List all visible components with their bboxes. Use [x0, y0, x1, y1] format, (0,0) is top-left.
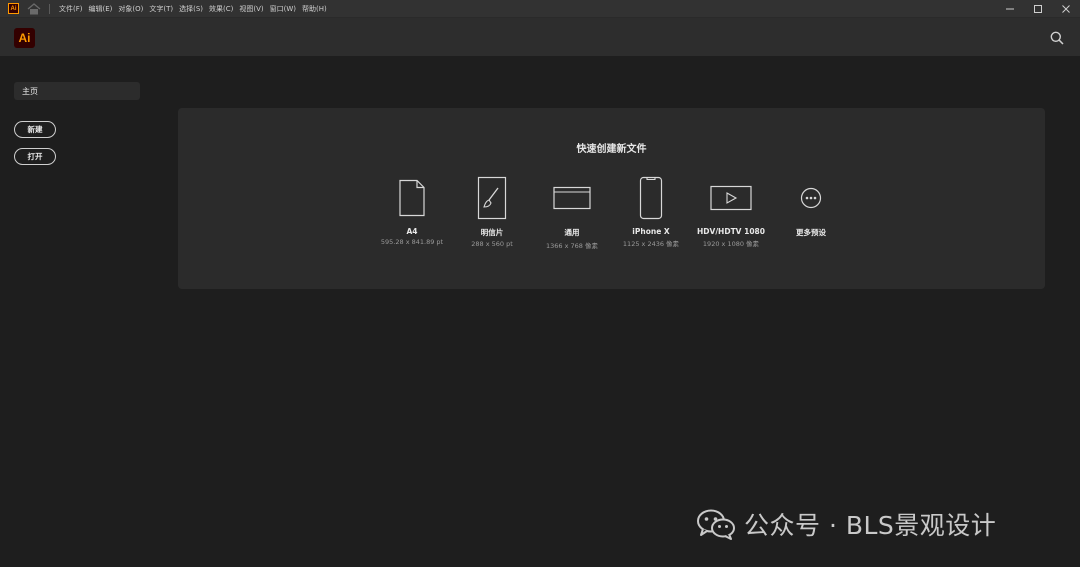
open-button[interactable]: 打开 [14, 148, 56, 165]
app-logo-small: Ai [8, 3, 19, 14]
maximize-icon [1034, 5, 1042, 13]
phone-icon [639, 176, 663, 220]
document-icon [399, 179, 425, 217]
search-icon[interactable] [1050, 31, 1064, 45]
menu-edit[interactable]: 编辑(E) [86, 0, 116, 18]
panel-title: 快速创建新文件 [576, 144, 647, 155]
menu-file[interactable]: 文件(F) [56, 0, 86, 18]
brush-card-icon [477, 176, 507, 220]
menu-type[interactable]: 文字(T) [146, 0, 176, 18]
menu-help[interactable]: 帮助(H) [299, 0, 330, 18]
quick-create-panel: 快速创建新文件 A4 595.28 x 841.89 pt 明信片 288 x … [178, 108, 1045, 289]
web-screen-icon [553, 186, 591, 210]
menu-select[interactable]: 选择(S) [176, 0, 206, 18]
menu-effect[interactable]: 效果(C) [206, 0, 236, 18]
menu-bar: Ai 文件(F) 编辑(E) 对象(O) 文字(T) 选择(S) 效果(C) 视… [0, 0, 1080, 18]
window-controls [996, 0, 1080, 18]
menu-view[interactable]: 视图(V) [236, 0, 266, 18]
menu-items: 文件(F) 编辑(E) 对象(O) 文字(T) 选择(S) 效果(C) 视图(V… [56, 0, 330, 18]
app-logo: Ai [14, 28, 35, 48]
preset-more[interactable]: 更多预设 [761, 176, 861, 240]
preset-name: 更多预设 [796, 228, 826, 237]
wechat-icon [697, 509, 735, 540]
app-header: Ai [0, 18, 1080, 56]
close-button[interactable] [1052, 0, 1080, 18]
watermark-text: 公众号 · BLS景观设计 [744, 511, 997, 540]
video-play-icon [710, 185, 752, 211]
menu-window[interactable]: 窗口(W) [267, 0, 299, 18]
close-icon [1062, 5, 1070, 13]
watermark: 公众号 · BLS景观设计 [696, 506, 996, 542]
menu-divider [49, 3, 50, 14]
minimize-button[interactable] [996, 0, 1024, 18]
more-icon [800, 187, 822, 209]
sidebar-item-home[interactable]: 主页 [14, 82, 140, 100]
home-icon[interactable] [27, 2, 41, 15]
new-button[interactable]: 新建 [14, 121, 56, 138]
minimize-icon [1006, 8, 1014, 10]
maximize-button[interactable] [1024, 0, 1052, 18]
menu-object[interactable]: 对象(O) [115, 0, 146, 18]
